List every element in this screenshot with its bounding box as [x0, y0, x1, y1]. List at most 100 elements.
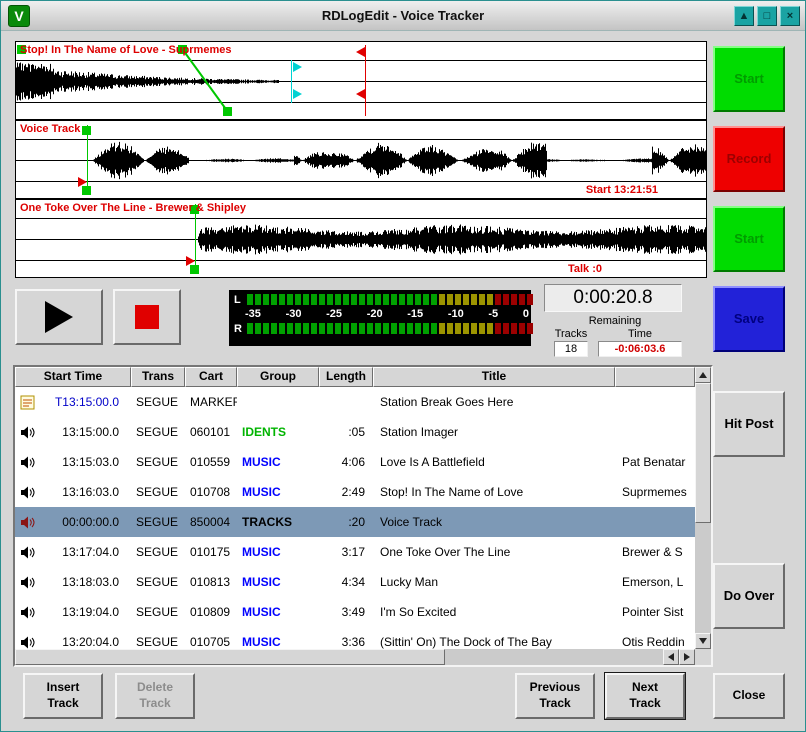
table-row[interactable]: 13:15:03.0SEGUE010559MUSIC4:06Love Is A …	[15, 447, 695, 477]
scroll-right-button[interactable]	[679, 649, 695, 665]
meter-segment	[351, 323, 357, 334]
column-header-artist[interactable]	[615, 367, 695, 387]
scroll-left-button[interactable]	[663, 649, 679, 665]
table-row[interactable]: 00:00:00.0SEGUE850004TRACKS:20Voice Trac…	[15, 507, 695, 537]
meter-segment	[399, 323, 405, 334]
cell-trans: SEGUE	[131, 515, 185, 529]
meter-segment	[247, 294, 253, 305]
meter-segment	[527, 294, 533, 305]
next-track-button[interactable]: Next Track	[605, 673, 685, 719]
do-over-button[interactable]: Do Over	[713, 563, 785, 629]
table-row[interactable]: 13:20:04.0SEGUE010705MUSIC3:36(Sittin' O…	[15, 627, 695, 649]
meter-segment	[247, 323, 253, 334]
previous-track-button[interactable]: Previous Track	[515, 673, 595, 719]
delete-track-button: Delete Track	[115, 673, 195, 719]
table-row[interactable]: 13:15:00.0SEGUE060101IDENTS:05Station Im…	[15, 417, 695, 447]
tracks-remaining-label: Tracks	[555, 328, 588, 340]
start-time-text: 13:16:03.0	[36, 485, 131, 499]
meter-segment	[455, 294, 461, 305]
start-time-text: 13:17:04.0	[36, 545, 131, 559]
cell-artist: Brewer & S	[615, 545, 695, 559]
meter-left-segments	[247, 294, 535, 305]
meter-segment	[311, 323, 317, 334]
vertical-scrollbar[interactable]	[695, 367, 711, 649]
cell-trans: SEGUE	[131, 425, 185, 439]
waveform-track-panel-2[interactable]: Voice Track Start 13:21:51	[15, 120, 707, 199]
speaker-icon	[20, 455, 36, 470]
meter-segment	[511, 323, 517, 334]
start-track3-button[interactable]: Start	[713, 206, 785, 272]
cell-artist: Emerson, L	[615, 575, 695, 589]
start-time-text: 13:19:04.0	[36, 605, 131, 619]
waveform-track-panel-3[interactable]: One Toke Over The Line - Brewer & Shiple…	[15, 199, 707, 278]
insert-track-button[interactable]: Insert Track	[23, 673, 103, 719]
column-header-group[interactable]: Group	[237, 367, 319, 387]
save-button[interactable]: Save	[713, 286, 785, 352]
shade-button[interactable]: ▲	[734, 6, 754, 26]
maximize-button[interactable]: □	[757, 6, 777, 26]
start-track1-button[interactable]: Start	[713, 46, 785, 112]
meter-segment	[447, 323, 453, 334]
titlebar[interactable]: V RDLogEdit - Voice Tracker ▲ □ ×	[1, 1, 805, 31]
table-row[interactable]: 13:16:03.0SEGUE010708MUSIC2:49Stop! In T…	[15, 477, 695, 507]
vertical-scroll-thumb[interactable]	[695, 383, 711, 523]
cell-cart: 060101	[185, 425, 237, 439]
cell-group: MUSIC	[237, 635, 319, 649]
close-button[interactable]: Close	[713, 673, 785, 719]
table-row[interactable]: T13:15:00.0SEGUEMARKERStation Break Goes…	[15, 387, 695, 417]
scrollbar-corner	[695, 649, 711, 665]
cell-start-time: 13:15:03.0	[15, 447, 131, 477]
meter-segment	[327, 323, 333, 334]
meter-segment	[263, 294, 269, 305]
stop-icon	[135, 305, 159, 329]
time-remaining-value: -0:06:03.6	[598, 341, 682, 357]
left-arrow-icon	[668, 653, 674, 661]
meter-segment	[463, 294, 469, 305]
start-time-text: 13:20:04.0	[36, 635, 131, 649]
record-button[interactable]: Record	[713, 126, 785, 192]
horizontal-scrollbar[interactable]	[15, 649, 695, 665]
meter-scale-label: -35	[245, 308, 261, 320]
cell-cart: 010708	[185, 485, 237, 499]
meter-segment	[519, 294, 525, 305]
meter-segment	[271, 294, 277, 305]
scroll-down-button[interactable]	[695, 633, 711, 649]
column-header-start-time[interactable]: Start Time	[15, 367, 131, 387]
cell-group: IDENTS	[237, 425, 319, 439]
close-window-button[interactable]: ×	[780, 6, 800, 26]
meter-scale-label: -5	[488, 308, 498, 320]
voice-track-icon	[20, 515, 36, 530]
tracks-remaining-value: 18	[554, 341, 588, 357]
meter-segment	[503, 294, 509, 305]
column-header-cart[interactable]: Cart	[185, 367, 237, 387]
meter-segment	[471, 323, 477, 334]
column-header-trans[interactable]: Trans	[131, 367, 185, 387]
waveform-track-panel-1[interactable]: Stop! In The Name of Love - Suprmemes	[15, 41, 707, 120]
column-header-length[interactable]: Length	[319, 367, 373, 387]
meter-segment	[295, 294, 301, 305]
log-table: Start Time Trans Cart Group Length Title…	[13, 365, 713, 667]
cell-title: (Sittin' On) The Dock of The Bay	[373, 635, 615, 649]
play-button[interactable]	[15, 289, 103, 345]
meter-segment	[519, 323, 525, 334]
meter-segment	[335, 323, 341, 334]
horizontal-scroll-thumb[interactable]	[15, 649, 445, 665]
hit-post-button[interactable]: Hit Post	[713, 391, 785, 457]
cell-group: MUSIC	[237, 575, 319, 589]
cell-title: I'm So Excited	[373, 605, 615, 619]
note-icon	[20, 395, 36, 410]
cell-start-time: 13:20:04.0	[15, 627, 131, 649]
meter-segment	[303, 294, 309, 305]
column-header-title[interactable]: Title	[373, 367, 615, 387]
speaker-icon	[20, 485, 36, 500]
table-row[interactable]: 13:19:04.0SEGUE010809MUSIC3:49I'm So Exc…	[15, 597, 695, 627]
cell-length: :20	[319, 515, 373, 529]
scroll-up-button[interactable]	[695, 367, 711, 383]
stop-button[interactable]	[113, 289, 181, 345]
table-row[interactable]: 13:18:03.0SEGUE010813MUSIC4:34Lucky ManE…	[15, 567, 695, 597]
meter-segment	[335, 294, 341, 305]
cell-length: 3:17	[319, 545, 373, 559]
meter-segment	[487, 323, 493, 334]
table-row[interactable]: 13:17:04.0SEGUE010175MUSIC3:17One Toke O…	[15, 537, 695, 567]
meter-segment	[447, 294, 453, 305]
